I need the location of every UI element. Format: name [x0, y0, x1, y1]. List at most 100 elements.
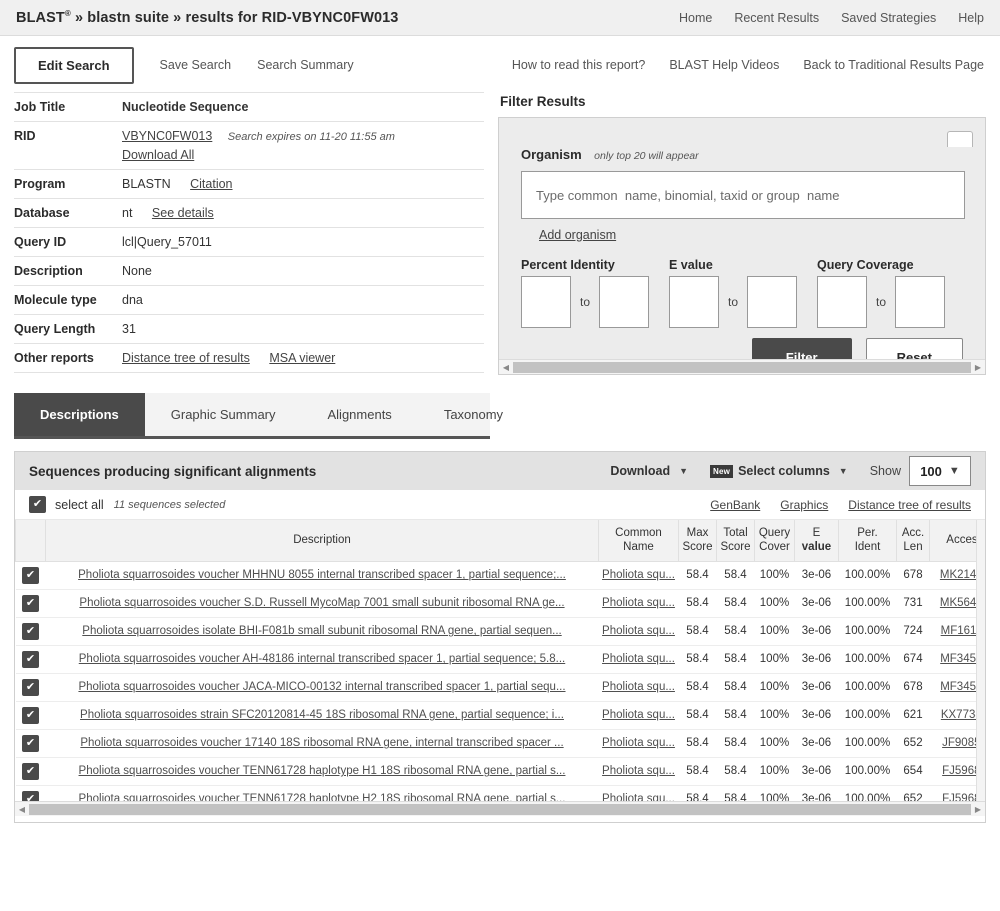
- nav-recent-results[interactable]: Recent Results: [734, 11, 819, 25]
- distance-tree-link[interactable]: Distance tree of results: [122, 351, 250, 365]
- link-back-to-traditional[interactable]: Back to Traditional Results Page: [803, 58, 984, 72]
- row-description-link[interactable]: Pholiota squarrosoides strain SFC2012081…: [80, 709, 564, 721]
- row-common-name-link[interactable]: Pholiota squ...: [602, 709, 675, 721]
- table-horizontal-scrollbar[interactable]: ◀ ▶: [15, 801, 985, 816]
- row-max-score: 58.4: [678, 645, 717, 674]
- scroll-right-icon[interactable]: ▶: [971, 805, 985, 814]
- row-checkbox[interactable]: ✔: [22, 678, 39, 696]
- scroll-right-icon[interactable]: ▶: [971, 363, 985, 372]
- msa-viewer-link[interactable]: MSA viewer: [269, 351, 335, 365]
- search-summary-button[interactable]: Search Summary: [257, 58, 354, 72]
- row-checkbox[interactable]: ✔: [22, 734, 39, 752]
- save-search-button[interactable]: Save Search: [160, 58, 232, 72]
- link-how-to-read[interactable]: How to read this report?: [512, 58, 645, 72]
- select-all-checkbox[interactable]: ✔: [29, 496, 46, 513]
- header-total-score[interactable]: Total Score: [716, 520, 755, 562]
- result-quick-links: GenBank Graphics Distance tree of result…: [710, 498, 971, 512]
- row-checkbox[interactable]: ✔: [22, 566, 39, 584]
- organism-input[interactable]: [521, 171, 965, 219]
- header-description[interactable]: Description: [45, 520, 599, 562]
- row-checkbox[interactable]: ✔: [22, 762, 39, 780]
- row-checkbox[interactable]: ✔: [22, 622, 39, 640]
- evalue-to-input[interactable]: [747, 276, 798, 328]
- row-acc-len: 621: [896, 701, 930, 730]
- row-description-link[interactable]: Pholiota squarrosoides voucher 17140 18S…: [80, 737, 563, 749]
- row-total-score: 58.4: [716, 673, 755, 702]
- see-details-link[interactable]: See details: [152, 206, 214, 220]
- evalue-from-input[interactable]: [669, 276, 719, 328]
- header-per-ident[interactable]: Per. Ident: [838, 520, 897, 562]
- row-description-link[interactable]: Pholiota squarrosoides isolate BHI-F081b…: [82, 625, 561, 637]
- tab-alignments[interactable]: Alignments: [302, 393, 418, 436]
- tab-graphic-summary[interactable]: Graphic Summary: [145, 393, 302, 436]
- nav-help[interactable]: Help: [958, 11, 984, 25]
- header-common-name-line1: Common: [615, 527, 662, 539]
- breadcrumb-suite[interactable]: » blastn suite »: [75, 10, 181, 26]
- row-common-name-link[interactable]: Pholiota squ...: [602, 765, 675, 777]
- row-common-name-link[interactable]: Pholiota squ...: [602, 681, 675, 693]
- scroll-left-icon[interactable]: ◀: [499, 363, 513, 372]
- row-acc-len: 724: [896, 617, 930, 646]
- row-common-name-cell: Pholiota squ...: [598, 673, 679, 702]
- row-common-name-link[interactable]: Pholiota squ...: [602, 737, 675, 749]
- tab-taxonomy[interactable]: Taxonomy: [418, 393, 529, 436]
- citation-link[interactable]: Citation: [190, 177, 232, 191]
- exclude-checkbox-stub[interactable]: [947, 131, 973, 147]
- row-description-link[interactable]: Pholiota squarrosoides voucher JACA-MICO…: [78, 681, 565, 693]
- download-menu[interactable]: Download ▼: [610, 464, 688, 478]
- nav-home[interactable]: Home: [679, 11, 712, 25]
- top-header-bar: BLAST® » blastn suite » results for RID-…: [0, 0, 1000, 36]
- tab-descriptions[interactable]: Descriptions: [14, 393, 145, 436]
- row-description-cell: Pholiota squarrosoides voucher S.D. Russ…: [45, 589, 599, 618]
- row-common-name-cell: Pholiota squ...: [598, 701, 679, 730]
- header-checkbox-col: [15, 520, 46, 562]
- header-query-cover[interactable]: Query Cover: [754, 520, 795, 562]
- query-coverage-from-input[interactable]: [817, 276, 867, 328]
- row-checkbox[interactable]: ✔: [22, 706, 39, 724]
- scroll-left-icon[interactable]: ◀: [15, 805, 29, 814]
- link-genbank[interactable]: GenBank: [710, 498, 760, 512]
- percent-identity-from-input[interactable]: [521, 276, 571, 328]
- edit-search-button[interactable]: Edit Search: [14, 46, 134, 84]
- link-distance-tree-of-results[interactable]: Distance tree of results: [848, 498, 971, 512]
- row-checkbox[interactable]: ✔: [22, 594, 39, 612]
- info-row-molecule-type: Molecule type dna: [14, 285, 484, 315]
- row-description-link[interactable]: Pholiota squarrosoides voucher MHHNU 805…: [78, 569, 566, 581]
- link-blast-help-videos[interactable]: BLAST Help Videos: [669, 58, 779, 72]
- header-common-name[interactable]: Common Name: [598, 520, 679, 562]
- link-graphics[interactable]: Graphics: [780, 498, 828, 512]
- blast-logo[interactable]: BLAST: [16, 10, 65, 26]
- select-columns-menu[interactable]: New Select columns ▼: [710, 464, 848, 478]
- organism-header: Organism only top 20 will appear: [521, 146, 965, 164]
- rid-link[interactable]: VBYNC0FW013: [122, 129, 212, 143]
- filter-horizontal-scrollbar[interactable]: ◀ ▶: [499, 359, 985, 374]
- header-acc-len[interactable]: Acc. Len: [896, 520, 930, 562]
- header-query-cover-line2: Cover: [759, 541, 790, 554]
- vertical-scrollbar[interactable]: [976, 520, 985, 801]
- row-common-name-link[interactable]: Pholiota squ...: [602, 653, 675, 665]
- scrollbar-thumb[interactable]: [513, 361, 971, 373]
- row-common-name-link[interactable]: Pholiota squ...: [602, 597, 675, 609]
- add-organism-link[interactable]: Add organism: [539, 228, 616, 242]
- row-description-link[interactable]: Pholiota squarrosoides voucher TENN61728…: [79, 765, 566, 777]
- row-description-link[interactable]: Pholiota squarrosoides voucher S.D. Russ…: [79, 597, 564, 609]
- row-checkbox[interactable]: ✔: [22, 650, 39, 668]
- job-info-panel: Job Title Nucleotide Sequence RID VBYNC0…: [14, 92, 484, 375]
- show-count-select[interactable]: 100 ▼: [909, 456, 971, 486]
- row-common-name-link[interactable]: Pholiota squ...: [602, 625, 675, 637]
- action-toolbar: Edit Search Save Search Search Summary H…: [0, 36, 1000, 92]
- filter-results-title: Filter Results: [500, 94, 586, 109]
- scrollbar-thumb[interactable]: [29, 803, 971, 815]
- label-program: Program: [14, 169, 122, 199]
- label-description: Description: [14, 256, 122, 286]
- query-coverage-to-input[interactable]: [895, 276, 946, 328]
- program-text: BLASTN: [122, 177, 171, 191]
- row-description-link[interactable]: Pholiota squarrosoides voucher AH-48186 …: [79, 653, 565, 665]
- table-row: ✔ Pholiota squarrosoides voucher AH-48186…: [15, 645, 985, 674]
- header-evalue[interactable]: E value: [794, 520, 839, 562]
- percent-identity-to-input[interactable]: [599, 276, 650, 328]
- download-all-link[interactable]: Download All: [122, 148, 194, 162]
- row-common-name-link[interactable]: Pholiota squ...: [602, 569, 675, 581]
- header-max-score[interactable]: Max Score: [678, 520, 717, 562]
- nav-saved-strategies[interactable]: Saved Strategies: [841, 11, 936, 25]
